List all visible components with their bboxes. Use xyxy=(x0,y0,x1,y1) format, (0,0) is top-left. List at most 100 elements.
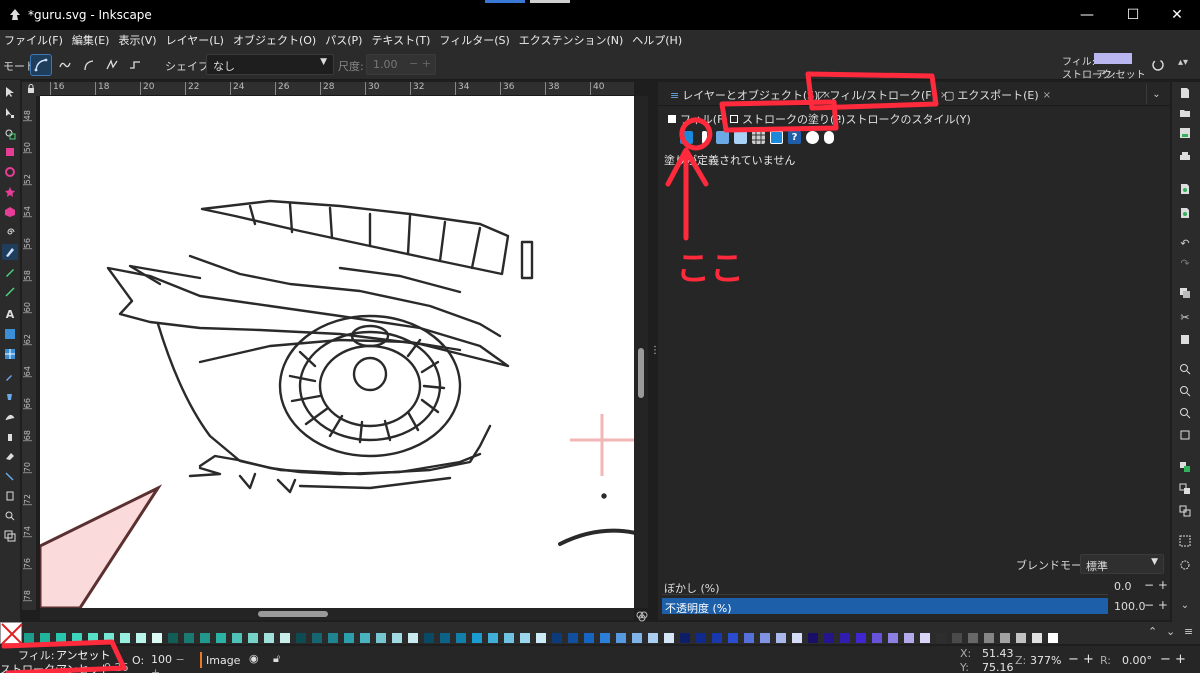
color-manage-toggle[interactable] xyxy=(636,610,648,622)
rotation-spin-icon[interactable]: − + xyxy=(1160,652,1186,667)
menu-path[interactable]: パス(P) xyxy=(325,32,362,48)
copy-button[interactable] xyxy=(1178,286,1192,300)
status-opacity-input[interactable]: 100 − + xyxy=(148,651,194,673)
palette-swatch[interactable] xyxy=(24,633,34,643)
palette-swatch[interactable] xyxy=(296,633,306,643)
close-window-button[interactable]: ✕ xyxy=(1154,0,1200,30)
palette-swatch[interactable] xyxy=(888,633,898,643)
palette-swatch[interactable] xyxy=(408,633,418,643)
3dbox-tool[interactable] xyxy=(2,204,18,220)
unlink-clone-button[interactable] xyxy=(1178,504,1192,518)
palette-swatch[interactable] xyxy=(424,633,434,643)
tweak-tool[interactable] xyxy=(2,126,18,142)
paint-swatch-button[interactable] xyxy=(806,131,819,144)
palette-swatch[interactable] xyxy=(504,633,514,643)
palette-swatch[interactable] xyxy=(520,633,530,643)
paint-pattern-button[interactable] xyxy=(770,131,783,144)
palette-swatch[interactable] xyxy=(488,633,498,643)
paint-none-button[interactable] xyxy=(702,131,707,144)
zoom-tool[interactable] xyxy=(2,508,18,524)
pen-tool[interactable] xyxy=(2,244,18,260)
canvas-vertical-scrollbar[interactable] xyxy=(634,96,648,608)
subtab-fill[interactable]: フィル(F) xyxy=(668,111,728,127)
palette-swatch[interactable] xyxy=(168,633,178,643)
menu-edit[interactable]: 編集(E) xyxy=(72,32,110,48)
star-tool[interactable] xyxy=(2,184,18,200)
palette-swatch[interactable] xyxy=(680,633,690,643)
tab-fill-stroke[interactable]: ◸ フィル/ストローク(F) × xyxy=(818,86,948,104)
bspline-mode-button[interactable] xyxy=(78,54,100,76)
drawing-canvas[interactable] xyxy=(40,96,634,608)
palette-swatch[interactable] xyxy=(936,633,946,643)
cut-button[interactable]: ✂ xyxy=(1178,310,1192,324)
palette-swatch[interactable] xyxy=(536,633,546,643)
zoom-drawing-button[interactable] xyxy=(1178,384,1192,398)
dock-resize-handle[interactable]: ⋮ xyxy=(650,345,660,357)
snap-toggle[interactable] xyxy=(1150,57,1166,73)
palette-swatch[interactable] xyxy=(312,633,322,643)
mesh-tool[interactable] xyxy=(2,346,18,362)
tab-layers-objects[interactable]: ≡ レイヤーとオブジェクト(S) × xyxy=(670,86,831,104)
palette-swatch[interactable] xyxy=(840,633,850,643)
pencil-tool[interactable] xyxy=(2,264,18,280)
menu-view[interactable]: 表示(V) xyxy=(118,32,156,48)
palette-swatch[interactable] xyxy=(664,633,674,643)
connector-tool[interactable] xyxy=(2,468,18,484)
rectangle-tool[interactable] xyxy=(2,144,18,160)
menu-file[interactable]: ファイル(F) xyxy=(4,32,63,48)
lock-icon[interactable]: 🔓︎ xyxy=(273,652,280,666)
status-stroke-width[interactable]: 0.26 xyxy=(104,661,129,673)
menu-layer[interactable]: レイヤー(L) xyxy=(166,32,224,48)
import-button[interactable] xyxy=(1178,182,1192,196)
paint-bucket-tool[interactable] xyxy=(2,388,18,404)
palette-swatch[interactable] xyxy=(1000,633,1010,643)
zoom-selection-button[interactable] xyxy=(1178,362,1192,376)
palette-swatch[interactable] xyxy=(584,633,594,643)
paraxial-mode-button[interactable] xyxy=(124,54,146,76)
paint-unset-button[interactable]: ? xyxy=(788,131,801,144)
palette-menu-button[interactable]: ≡ xyxy=(1184,625,1193,638)
clone-button[interactable] xyxy=(1178,482,1192,496)
tweak-objects-tool[interactable] xyxy=(2,408,18,424)
palette-scroll-up[interactable]: ⌃ xyxy=(1148,625,1157,638)
tab-export[interactable]: ▢ エクスポート(E) × xyxy=(944,86,1051,104)
open-button[interactable] xyxy=(1178,106,1192,120)
commands-bar-toggle[interactable]: ▴▾ xyxy=(1178,55,1192,75)
spiro-mode-button[interactable] xyxy=(54,54,76,76)
redo-button[interactable]: ↷ xyxy=(1178,256,1192,270)
palette-swatch[interactable] xyxy=(328,633,338,643)
palette-swatch[interactable] xyxy=(792,633,802,643)
no-paint-swatch[interactable] xyxy=(0,622,23,645)
measure-tool[interactable] xyxy=(2,528,18,544)
palette-swatch[interactable] xyxy=(1016,633,1026,643)
menu-text[interactable]: テキスト(T) xyxy=(371,32,430,48)
current-layer-name[interactable]: Image xyxy=(206,654,240,667)
palette-swatch[interactable] xyxy=(248,633,258,643)
subtab-stroke-style[interactable]: ⁝ ストロークのスタイル(Y) xyxy=(838,111,971,127)
zoom-page-button[interactable] xyxy=(1178,406,1192,420)
status-stroke-value[interactable]: アンセット xyxy=(56,661,111,673)
new-document-button[interactable] xyxy=(1178,86,1192,100)
tab-close-icon[interactable]: × xyxy=(1043,90,1051,101)
palette-swatch[interactable] xyxy=(744,633,754,643)
palette-swatch[interactable] xyxy=(184,633,194,643)
paint-flat-button[interactable] xyxy=(680,131,693,144)
palette-swatch[interactable] xyxy=(872,633,882,643)
commands-overflow-button[interactable]: ⌄ xyxy=(1178,598,1192,612)
palette-swatch[interactable] xyxy=(632,633,642,643)
palette-swatch[interactable] xyxy=(808,633,818,643)
print-button[interactable] xyxy=(1178,150,1192,164)
palette-swatch[interactable] xyxy=(152,633,162,643)
menu-help[interactable]: ヘルプ(H) xyxy=(632,32,682,48)
shape-select[interactable]: なし ▼ xyxy=(206,54,334,75)
gradient-tool[interactable] xyxy=(2,326,18,342)
palette-swatch[interactable] xyxy=(696,633,706,643)
canvas-horizontal-scrollbar[interactable] xyxy=(40,608,634,620)
blend-mode-select[interactable]: 標準 ▼ xyxy=(1080,554,1164,574)
palette-swatch[interactable] xyxy=(280,633,290,643)
palette-swatch[interactable] xyxy=(1048,633,1058,643)
zoom-width-button[interactable] xyxy=(1178,428,1192,442)
palette-swatch[interactable] xyxy=(760,633,770,643)
opacity-slider[interactable]: 不透明度 (%) xyxy=(662,598,1108,615)
menu-filters[interactable]: フィルター(S) xyxy=(439,32,509,48)
